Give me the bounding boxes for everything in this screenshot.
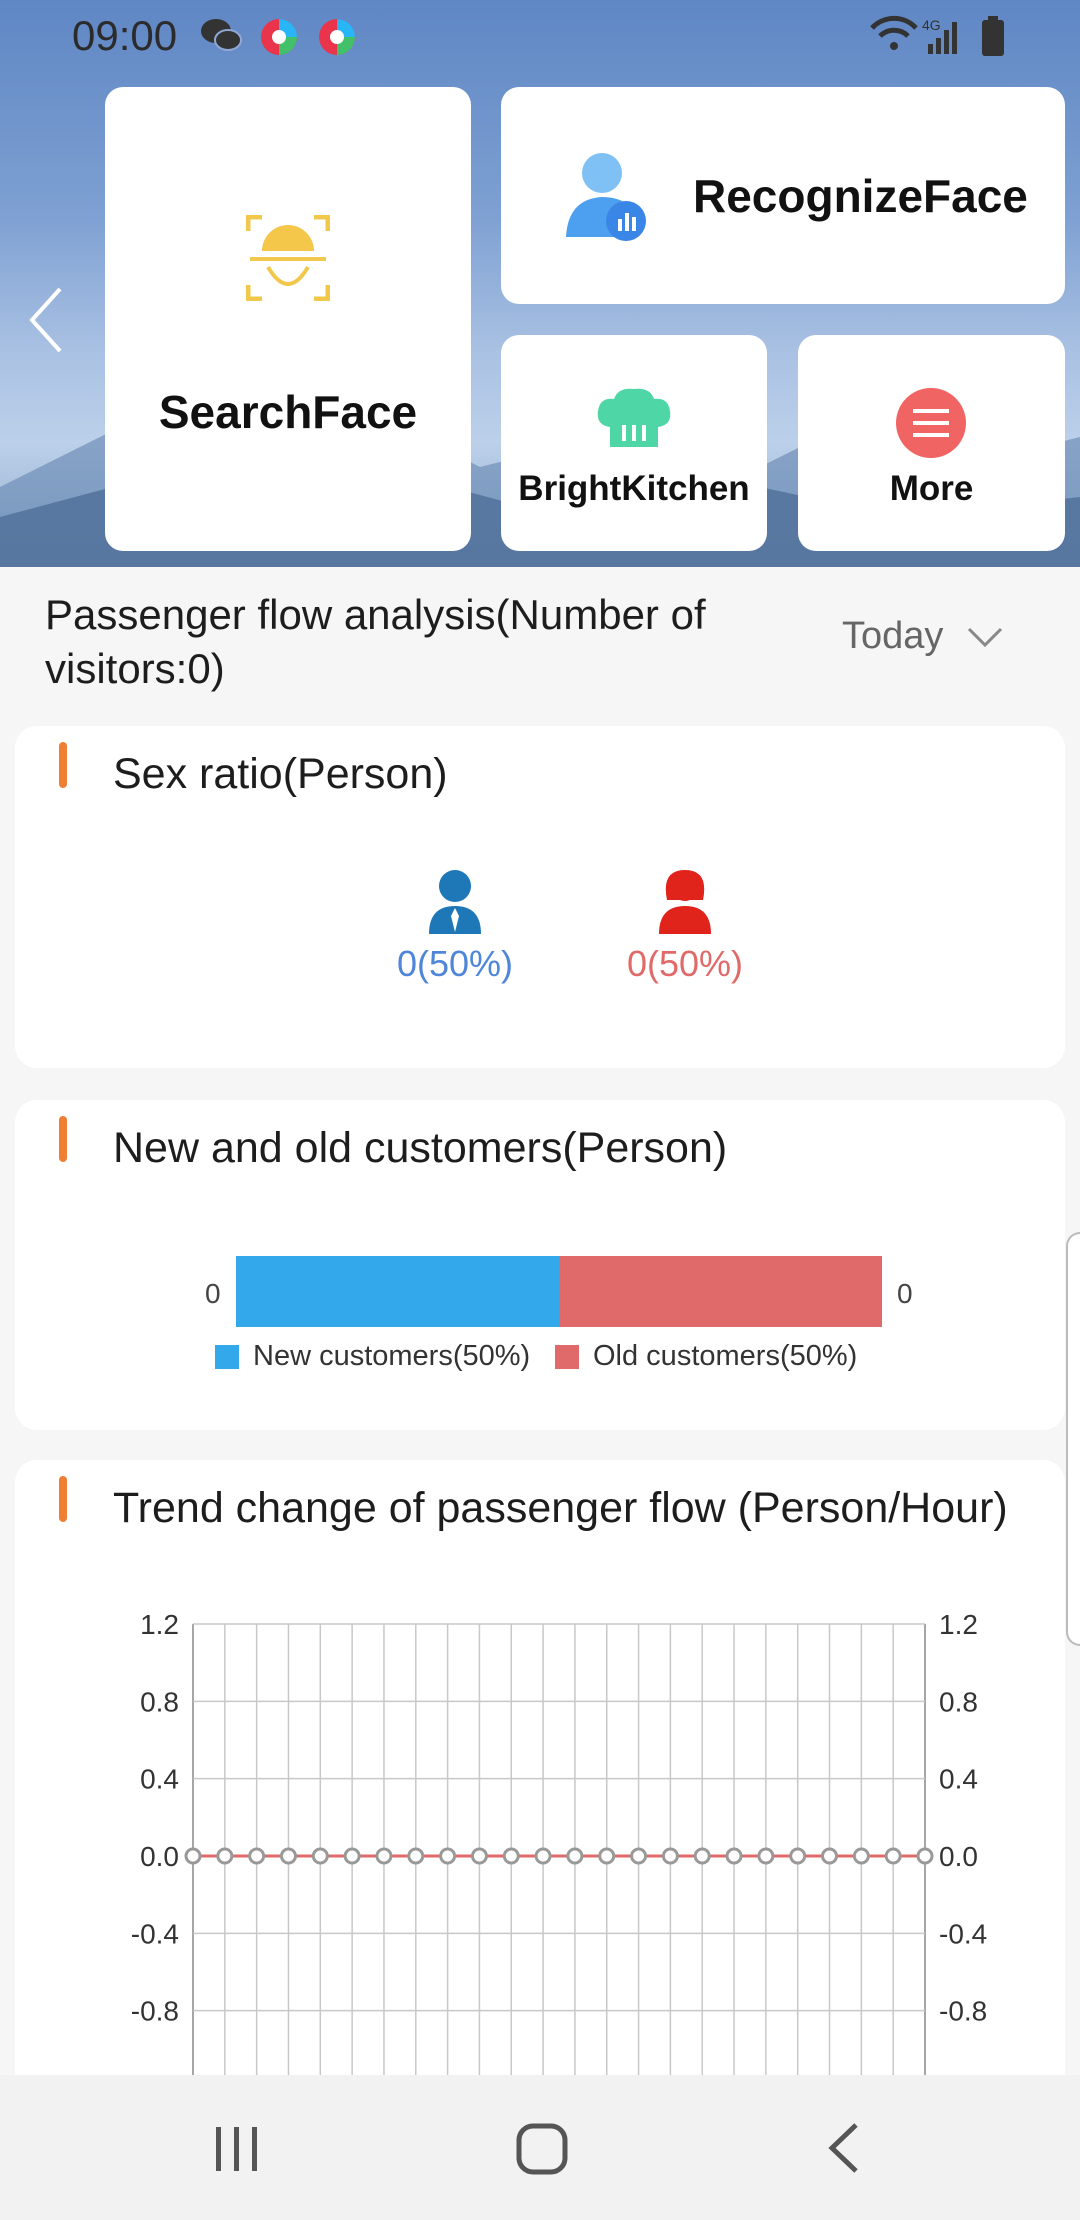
data-point (248, 1847, 266, 1865)
home-icon[interactable] (516, 2123, 568, 2175)
period-label: Today (842, 615, 944, 657)
data-point (852, 1847, 870, 1865)
svg-text:4G: 4G (922, 17, 941, 33)
legend-old: Old customers(50%) (555, 1340, 857, 1373)
data-point (502, 1847, 520, 1865)
trend-line-chart: 1.2 1.2 0.8 0.8 0.4 0.4 0.0 0.0 -0.4 -0.4 -0.8 -0.8 (131, 1609, 987, 2100)
male-stat: 0(50%) (355, 868, 555, 985)
search-face-label: SearchFace (158, 386, 418, 438)
section-marker (59, 742, 67, 788)
back-icon[interactable] (826, 2121, 860, 2175)
status-time: 09:00 (72, 12, 178, 59)
y-tick-label-left: -0.4 (131, 1918, 179, 1949)
data-point (216, 1847, 234, 1865)
y-tick-label-right: 1.2 (939, 1609, 978, 1640)
header-banner: 09:00 4G SearchFace RecognizeFace Bright… (0, 0, 1080, 567)
new-customers-segment (236, 1256, 559, 1327)
period-dropdown[interactable]: Today (842, 615, 1003, 658)
data-point (439, 1847, 457, 1865)
sex-ratio-panel: Sex ratio(Person) 0(50%) 0(50%) (15, 726, 1065, 1068)
data-point (725, 1847, 743, 1865)
y-tick-label-right: -0.4 (939, 1918, 987, 1949)
data-point (598, 1847, 616, 1865)
female-value: 0(50%) (626, 943, 744, 984)
legend-swatch (215, 1344, 239, 1369)
new-count: 0 (205, 1278, 221, 1309)
data-point (884, 1847, 902, 1865)
section-marker (59, 1116, 67, 1162)
back-arrow-icon[interactable] (26, 285, 66, 355)
system-nav-bar (0, 2075, 1080, 2220)
legend-old-label: Old customers(50%) (593, 1340, 858, 1372)
bright-kitchen-label: BrightKitchen (518, 469, 750, 508)
search-face-card[interactable]: SearchFace (105, 87, 471, 551)
female-stat: 0(50%) (585, 868, 785, 985)
analysis-title: Passenger flow analysis(Number of visito… (45, 591, 706, 692)
old-customers-segment (559, 1256, 882, 1327)
data-point (407, 1847, 425, 1865)
y-tick-label-left: 1.2 (140, 1609, 179, 1640)
data-point (311, 1847, 329, 1865)
male-icon (429, 870, 481, 934)
app-icon (319, 19, 355, 55)
more-card[interactable]: More (798, 335, 1065, 551)
y-tick-label-right: 0.4 (939, 1764, 978, 1795)
trend-panel: Trend change of passenger flow (Person/H… (15, 1460, 1065, 2100)
data-point (375, 1847, 393, 1865)
y-tick-label-left: 0.8 (140, 1686, 179, 1717)
y-tick-label-left: -0.8 (131, 1996, 179, 2027)
old-count: 0 (897, 1278, 913, 1309)
data-point (757, 1847, 775, 1865)
customers-title: New and old customers(Person) (113, 1124, 728, 1172)
wifi-icon: 4G (870, 15, 1004, 56)
data-point (821, 1847, 839, 1865)
data-point (343, 1847, 361, 1865)
data-point (470, 1847, 488, 1865)
more-label: More (889, 469, 974, 508)
legend-new: New customers(50%) (215, 1340, 530, 1373)
data-point (566, 1847, 584, 1865)
recognize-face-card[interactable]: RecognizeFace (501, 87, 1065, 304)
side-drawer-handle[interactable] (1066, 1232, 1080, 1646)
sex-ratio-title: Sex ratio(Person) (113, 750, 448, 798)
menu-icon (896, 388, 966, 458)
data-point (916, 1847, 934, 1865)
data-point (184, 1847, 202, 1865)
y-tick-label-left: 0.0 (140, 1841, 179, 1872)
status-bar: 09:00 4G (0, 0, 1080, 70)
male-value: 0(50%) (396, 943, 514, 984)
wechat-icon (201, 19, 242, 51)
female-icon (659, 870, 711, 934)
data-point (661, 1847, 679, 1865)
legend-swatch (555, 1344, 579, 1369)
chef-hat-icon (597, 388, 671, 447)
y-tick-label-right: 0.0 (939, 1841, 978, 1872)
user-analytics-icon (566, 153, 646, 241)
data-point (693, 1847, 711, 1865)
chevron-down-icon (968, 627, 1003, 647)
data-point (789, 1847, 807, 1865)
customers-panel: New and old customers(Person) 0 0 New cu… (15, 1100, 1065, 1430)
data-point (279, 1847, 297, 1865)
y-tick-label-left: 0.4 (140, 1764, 179, 1795)
data-point (630, 1847, 648, 1865)
data-point (534, 1847, 552, 1865)
recent-apps-icon[interactable] (212, 2125, 262, 2173)
legend-new-label: New customers(50%) (253, 1340, 531, 1372)
recognize-face-label: RecognizeFace (693, 170, 1028, 222)
bright-kitchen-card[interactable]: BrightKitchen (501, 335, 767, 551)
customer-ratio-bar (236, 1256, 882, 1327)
app-icon (261, 19, 297, 55)
face-scan-icon (246, 215, 330, 301)
y-tick-label-right: 0.8 (939, 1686, 978, 1717)
y-tick-label-right: -0.8 (939, 1996, 987, 2027)
